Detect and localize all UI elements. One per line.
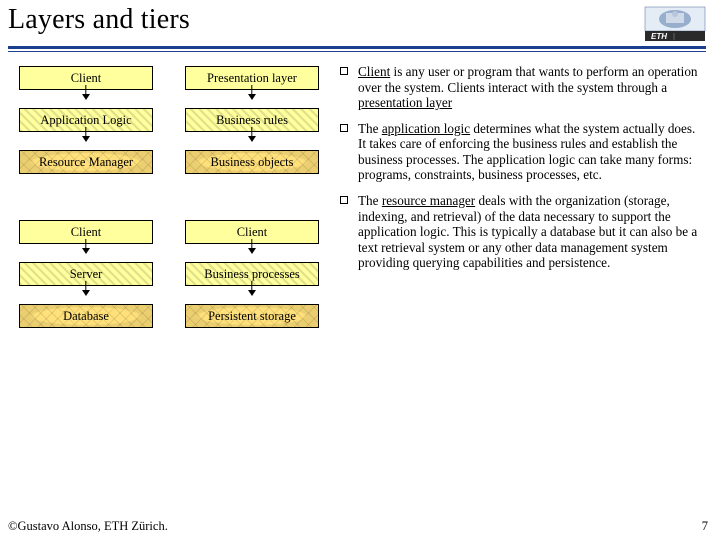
- svg-text:ETH: ETH: [651, 32, 667, 41]
- diagram: Client Presentation layer Application Lo…: [6, 62, 332, 494]
- bullet-item: The resource manager deals with the orga…: [340, 193, 706, 271]
- box-database: Database: [19, 304, 153, 328]
- box-persistent-storage: Persistent storage: [185, 304, 319, 328]
- title-rule: [6, 46, 706, 52]
- bullet-item: The application logic determines what th…: [340, 121, 706, 183]
- copyright: ©Gustavo Alonso, ETH Zürich.: [8, 519, 168, 534]
- square-bullet-icon: [340, 196, 348, 204]
- bullet-list: Client is any user or program that wants…: [340, 64, 706, 271]
- box-resource-manager: Resource Manager: [19, 150, 153, 174]
- page-title: Layers and tiers: [6, 4, 190, 36]
- eth-logo: ETH: [644, 6, 706, 42]
- square-bullet-icon: [340, 67, 348, 75]
- page-number: 7: [702, 519, 708, 534]
- bullet-item: Client is any user or program that wants…: [340, 64, 706, 111]
- box-business-objects: Business objects: [185, 150, 319, 174]
- square-bullet-icon: [340, 124, 348, 132]
